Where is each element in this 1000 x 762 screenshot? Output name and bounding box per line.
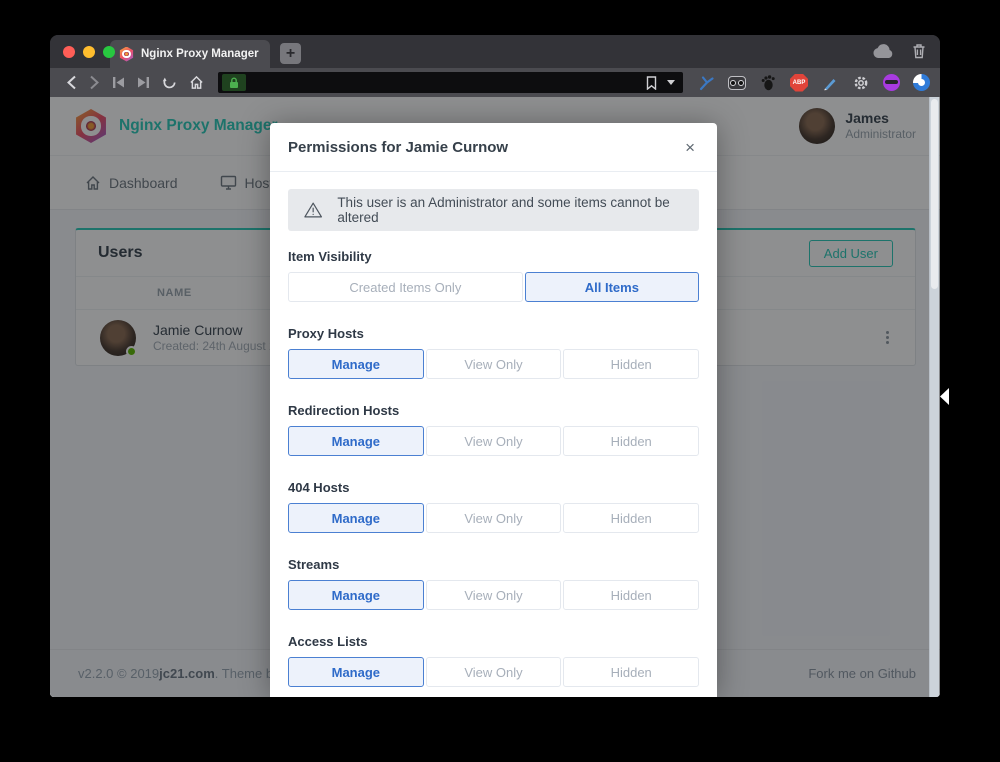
minimize-window-button[interactable] (83, 46, 95, 58)
404-hosts-manage-button[interactable]: Manage (288, 503, 424, 533)
reload-icon[interactable] (162, 75, 177, 90)
close-icon[interactable]: × (681, 137, 699, 158)
pen-extension-icon[interactable] (821, 74, 839, 92)
access-lists-hidden-button[interactable]: Hidden (563, 657, 699, 687)
bookmark-icon[interactable] (646, 76, 657, 90)
maximize-window-button[interactable] (103, 46, 115, 58)
admin-warning-banner: This user is an Administrator and some i… (288, 189, 699, 231)
access-lists-view-only-button[interactable]: View Only (426, 657, 562, 687)
proxy-hosts-hidden-button[interactable]: Hidden (563, 349, 699, 379)
redirection-hosts-hidden-button[interactable]: Hidden (563, 426, 699, 456)
proxy-hosts-section: Proxy Hosts Manage View Only Hidden (288, 326, 699, 379)
redirection-hosts-section: Redirection Hosts Manage View Only Hidde… (288, 403, 699, 456)
window-controls (63, 46, 115, 58)
visibility-all-items-button[interactable]: All Items (525, 272, 699, 302)
extension-icons: ABP (697, 74, 930, 92)
back-icon[interactable] (66, 75, 77, 90)
page-viewport: Nginx Proxy Manager James Administrator … (50, 97, 940, 697)
trash-icon[interactable] (912, 43, 926, 59)
permissions-modal: Permissions for Jamie Curnow × This user… (270, 123, 717, 697)
adblock-plus-extension-icon[interactable]: ABP (790, 74, 808, 92)
browser-toolbar: ABP (50, 68, 940, 97)
modal-title: Permissions for Jamie Curnow (288, 139, 508, 156)
bookmarks-dropdown-icon[interactable] (667, 80, 675, 85)
gear-extension-icon[interactable] (852, 74, 870, 92)
streams-hidden-button[interactable]: Hidden (563, 580, 699, 610)
warning-text: This user is an Administrator and some i… (337, 195, 683, 225)
browser-window: Nginx Proxy Manager + (50, 35, 940, 697)
home-icon[interactable] (189, 75, 204, 90)
browser-titlebar: Nginx Proxy Manager + (50, 35, 940, 68)
vertical-scrollbar[interactable] (929, 97, 939, 697)
favicon-icon (119, 47, 134, 62)
blue-gauge-extension-icon[interactable] (913, 74, 930, 91)
404-hosts-view-only-button[interactable]: View Only (426, 503, 562, 533)
streams-section: Streams Manage View Only Hidden (288, 557, 699, 610)
redirection-hosts-view-only-button[interactable]: View Only (426, 426, 562, 456)
skip-end-icon[interactable] (137, 76, 150, 89)
item-visibility-section: Item Visibility Created Items Only All I… (288, 249, 699, 302)
warning-triangle-icon (304, 201, 322, 219)
gnome-foot-extension-icon[interactable] (759, 74, 777, 92)
redirection-hosts-manage-button[interactable]: Manage (288, 426, 424, 456)
address-bar[interactable] (218, 72, 683, 93)
streams-view-only-button[interactable]: View Only (426, 580, 562, 610)
slingshot-extension-icon[interactable] (697, 74, 715, 92)
404-hosts-hidden-button[interactable]: Hidden (563, 503, 699, 533)
tab-title: Nginx Proxy Manager (141, 48, 259, 60)
side-panel-handle-icon[interactable] (940, 388, 949, 405)
forward-icon[interactable] (89, 75, 100, 90)
streams-manage-button[interactable]: Manage (288, 580, 424, 610)
access-lists-manage-button[interactable]: Manage (288, 657, 424, 687)
cloud-icon[interactable] (872, 44, 894, 59)
lock-icon[interactable] (222, 74, 246, 91)
skip-start-icon[interactable] (112, 76, 125, 89)
browser-tab[interactable]: Nginx Proxy Manager (110, 40, 270, 68)
proxy-hosts-manage-button[interactable]: Manage (288, 349, 424, 379)
scrollbar-thumb[interactable] (931, 99, 938, 289)
goggles-extension-icon[interactable] (728, 74, 746, 92)
new-tab-button[interactable]: + (280, 43, 301, 64)
404-hosts-section: 404 Hosts Manage View Only Hidden (288, 480, 699, 533)
purple-mask-extension-icon[interactable] (883, 74, 900, 91)
access-lists-section: Access Lists Manage View Only Hidden (288, 634, 699, 687)
visibility-created-items-only-button[interactable]: Created Items Only (288, 272, 523, 302)
item-visibility-label: Item Visibility (288, 249, 699, 264)
proxy-hosts-view-only-button[interactable]: View Only (426, 349, 562, 379)
close-window-button[interactable] (63, 46, 75, 58)
